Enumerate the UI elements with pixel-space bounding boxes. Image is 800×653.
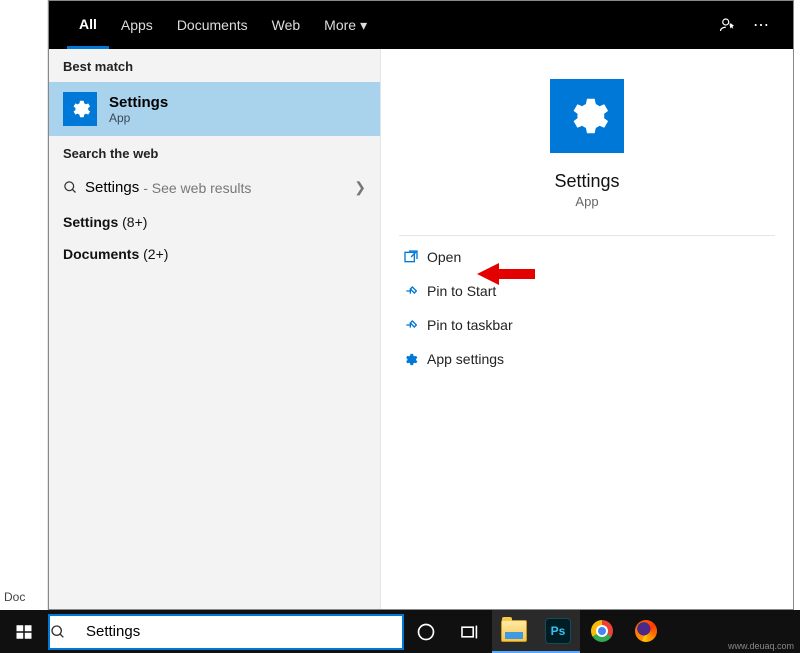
best-match-item[interactable]: Settings App bbox=[49, 82, 380, 136]
action-pin-taskbar-label: Pin to taskbar bbox=[427, 317, 513, 333]
more-options-icon[interactable]: ⋯ bbox=[747, 15, 775, 35]
action-pin-start-label: Pin to Start bbox=[427, 283, 496, 299]
group-settings[interactable]: Settings (8+) bbox=[49, 206, 380, 238]
search-filter-tabs: All Apps Documents Web More ▾ ⋯ bbox=[49, 1, 793, 49]
preview-title: Settings bbox=[381, 171, 793, 192]
cortana-button[interactable] bbox=[404, 610, 448, 653]
group-documents-count: (2+) bbox=[139, 246, 168, 262]
tab-documents[interactable]: Documents bbox=[165, 1, 260, 49]
best-match-sub: App bbox=[109, 111, 168, 125]
taskbar-search-box[interactable] bbox=[48, 614, 404, 650]
web-result-hint: - See web results bbox=[143, 180, 251, 196]
tab-more-label: More bbox=[324, 17, 356, 33]
action-open[interactable]: Open bbox=[381, 240, 793, 274]
web-result-row[interactable]: Settings - See web results ❯ bbox=[49, 169, 380, 206]
group-settings-count: (8+) bbox=[118, 214, 147, 230]
result-preview: Settings App Open Pin to Start bbox=[381, 49, 793, 609]
section-search-web: Search the web bbox=[49, 136, 380, 169]
tab-web[interactable]: Web bbox=[260, 1, 313, 49]
taskbar-app-explorer[interactable] bbox=[492, 610, 536, 653]
firefox-icon bbox=[635, 620, 657, 642]
tab-apps[interactable]: Apps bbox=[109, 1, 165, 49]
search-icon bbox=[63, 180, 85, 195]
task-view-button[interactable] bbox=[448, 610, 492, 653]
action-app-settings-label: App settings bbox=[427, 351, 504, 367]
action-pin-taskbar[interactable]: Pin to taskbar bbox=[381, 308, 793, 342]
group-documents-label: Documents bbox=[63, 246, 139, 262]
divider bbox=[399, 235, 775, 236]
tab-all[interactable]: All bbox=[67, 1, 109, 49]
file-explorer-icon bbox=[501, 620, 527, 642]
pin-icon bbox=[403, 283, 427, 299]
web-result-label: Settings bbox=[85, 179, 139, 196]
taskbar-app-photoshop[interactable]: Ps bbox=[536, 610, 580, 653]
start-search-panel: All Apps Documents Web More ▾ ⋯ Best mat… bbox=[48, 0, 794, 610]
taskbar-app-firefox[interactable] bbox=[624, 610, 668, 653]
results-list: Best match Settings App Search the web bbox=[49, 49, 381, 609]
search-icon bbox=[50, 624, 86, 640]
gear-icon bbox=[403, 352, 427, 367]
group-settings-label: Settings bbox=[63, 214, 118, 230]
background-doc-label: Doc bbox=[4, 590, 25, 604]
chevron-down-icon: ▾ bbox=[360, 17, 367, 34]
section-best-match: Best match bbox=[49, 49, 380, 82]
action-app-settings[interactable]: App settings bbox=[381, 342, 793, 376]
taskbar: Ps bbox=[0, 610, 800, 653]
gear-icon bbox=[63, 92, 97, 126]
group-documents[interactable]: Documents (2+) bbox=[49, 238, 380, 270]
tab-more[interactable]: More ▾ bbox=[312, 1, 379, 49]
action-open-label: Open bbox=[427, 249, 461, 265]
watermark: www.deuaq.com bbox=[728, 641, 794, 651]
pin-icon bbox=[403, 317, 427, 333]
gear-icon bbox=[550, 79, 624, 153]
background-window-edge: Doc bbox=[0, 0, 48, 610]
photoshop-icon: Ps bbox=[545, 618, 571, 644]
feedback-icon[interactable] bbox=[719, 16, 747, 34]
taskbar-app-chrome[interactable] bbox=[580, 610, 624, 653]
preview-sub: App bbox=[381, 194, 793, 209]
best-match-title: Settings bbox=[109, 94, 168, 111]
windows-logo-icon bbox=[15, 623, 33, 641]
chrome-icon bbox=[591, 620, 613, 642]
chevron-right-icon: ❯ bbox=[354, 179, 366, 196]
open-icon bbox=[403, 249, 427, 265]
taskbar-search-input[interactable] bbox=[86, 623, 402, 640]
action-pin-start[interactable]: Pin to Start bbox=[381, 274, 793, 308]
start-button[interactable] bbox=[0, 610, 48, 653]
